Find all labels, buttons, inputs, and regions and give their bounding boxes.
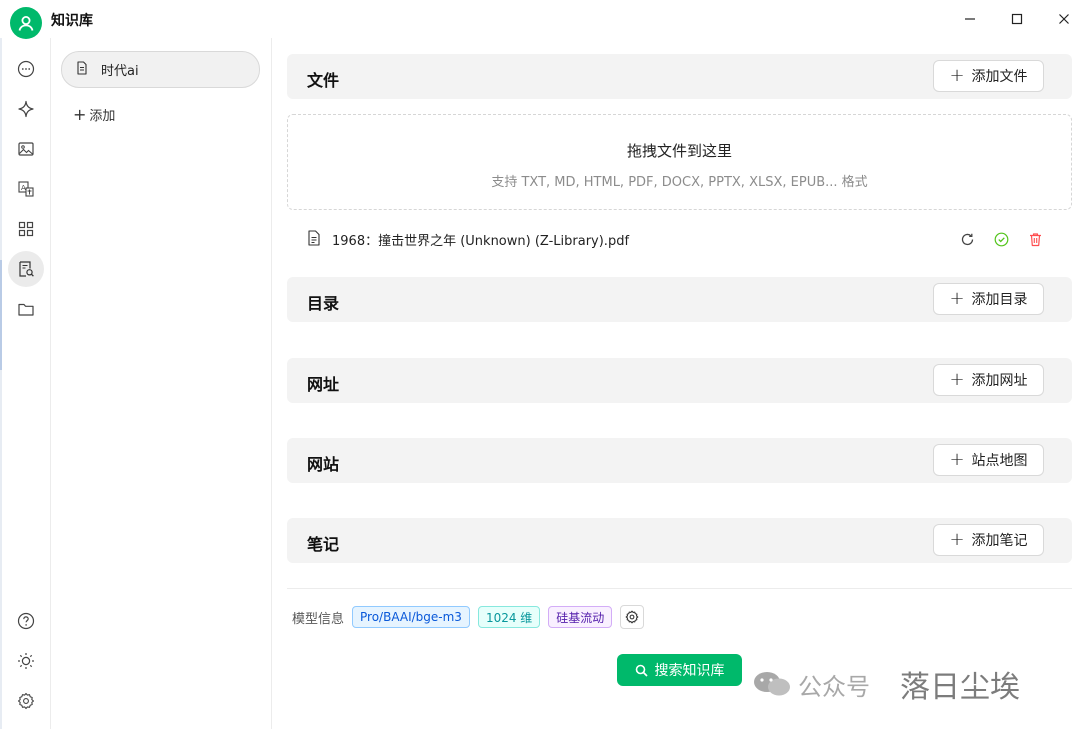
model-name-tag: Pro/BAAI/bge-m3 <box>352 606 470 628</box>
add-directory-label: 添加目录 <box>971 292 1028 308</box>
section-title: 网站 <box>307 455 340 474</box>
refresh-icon[interactable] <box>958 230 976 248</box>
add-knowledge-base-button[interactable]: + 添加 <box>73 105 115 124</box>
plus-icon: + <box>949 288 965 309</box>
section-notes: 笔记 + 添加笔记 <box>287 518 1072 563</box>
folder-icon[interactable] <box>8 291 44 327</box>
plus-icon: + <box>949 529 965 550</box>
section-title: 目录 <box>307 294 340 313</box>
document-icon <box>75 60 89 79</box>
knowledge-base-list: 时代ai + 添加 <box>51 38 272 729</box>
knowledge-search-icon[interactable] <box>8 251 44 287</box>
app-title: 知识库 <box>51 13 93 29</box>
model-info: 模型信息 Pro/BAAI/bge-m3 1024 维 硅基流动 <box>292 605 645 629</box>
wechat-icon <box>754 672 790 696</box>
add-url-button[interactable]: + 添加网址 <box>933 364 1044 396</box>
add-knowledge-base-label: 添加 <box>89 109 116 124</box>
kb-item-label: 时代ai <box>101 64 139 79</box>
close-button[interactable] <box>1054 9 1074 29</box>
icon-rail: A <box>0 38 51 729</box>
apps-grid-icon[interactable] <box>8 211 44 247</box>
maximize-button[interactable] <box>1007 9 1027 29</box>
section-title: 笔记 <box>307 535 340 554</box>
watermark-text: 公众号 <box>798 672 870 701</box>
watermark: 公众号 落日尘埃 <box>752 662 1020 706</box>
sparkle-icon[interactable] <box>8 91 44 127</box>
image-icon[interactable] <box>8 131 44 167</box>
file-row: 1968：撞击世界之年 (Unknown) (Z-Library).pdf <box>287 224 1072 254</box>
user-avatar-icon[interactable] <box>10 7 42 39</box>
section-urls: 网址 + 添加网址 <box>287 358 1072 403</box>
main-content: 文件 + 添加文件 拖拽文件到这里 支持 TXT, MD, HTML, PDF,… <box>272 38 1080 729</box>
section-websites: 网站 + 站点地图 <box>287 438 1072 483</box>
add-file-button[interactable]: + 添加文件 <box>933 60 1044 92</box>
divider <box>287 588 1072 589</box>
model-provider-tag: 硅基流动 <box>548 606 613 628</box>
help-icon[interactable] <box>8 603 44 639</box>
section-files: 文件 + 添加文件 <box>287 54 1072 99</box>
check-circle-icon <box>992 230 1010 248</box>
file-name: 1968：撞击世界之年 (Unknown) (Z-Library).pdf <box>332 234 630 249</box>
svg-text:A: A <box>21 184 26 192</box>
plus-icon: + <box>949 449 965 470</box>
file-document-icon <box>307 230 321 250</box>
search-button-label: 搜索知识库 <box>654 663 725 679</box>
model-settings-button[interactable] <box>620 605 645 629</box>
section-title: 文件 <box>307 71 340 90</box>
app-window: 知识库 A 时代ai + 添加 文件 + 添加文件 拖拽文件到这里 支持 TXT… <box>0 0 1080 729</box>
translate-icon[interactable]: A <box>8 171 44 207</box>
section-directories: 目录 + 添加目录 <box>287 277 1072 322</box>
add-url-label: 添加网址 <box>971 373 1028 389</box>
theme-sun-icon[interactable] <box>8 643 44 679</box>
model-info-label: 模型信息 <box>292 611 345 627</box>
kb-item-shidai-ai[interactable]: 时代ai <box>61 51 260 88</box>
dropzone-title: 拖拽文件到这里 <box>626 142 732 160</box>
watermark-text: 落日尘埃 <box>900 670 1020 705</box>
section-title: 网址 <box>307 375 340 394</box>
add-note-label: 添加笔记 <box>971 533 1028 549</box>
model-dims-tag: 1024 维 <box>477 606 541 628</box>
search-knowledge-base-button[interactable]: 搜索知识库 <box>617 654 742 686</box>
add-file-label: 添加文件 <box>971 69 1028 85</box>
add-sitemap-label: 站点地图 <box>971 453 1028 469</box>
add-note-button[interactable]: + 添加笔记 <box>933 524 1044 556</box>
minimize-button[interactable] <box>960 9 980 29</box>
add-directory-button[interactable]: + 添加目录 <box>933 283 1044 315</box>
add-sitemap-button[interactable]: + 站点地图 <box>933 444 1044 476</box>
delete-icon[interactable] <box>1026 230 1044 248</box>
plus-icon: + <box>949 65 965 86</box>
plus-icon: + <box>73 104 87 124</box>
title-bar: 知识库 <box>0 0 1080 39</box>
file-dropzone[interactable]: 拖拽文件到这里 支持 TXT, MD, HTML, PDF, DOCX, PPT… <box>287 114 1072 210</box>
search-icon <box>635 664 648 677</box>
chat-bubble-icon[interactable] <box>8 51 44 87</box>
plus-icon: + <box>949 369 965 390</box>
settings-icon[interactable] <box>8 683 44 719</box>
dropzone-subtitle: 支持 TXT, MD, HTML, PDF, DOCX, PPTX, XLSX,… <box>491 175 868 190</box>
